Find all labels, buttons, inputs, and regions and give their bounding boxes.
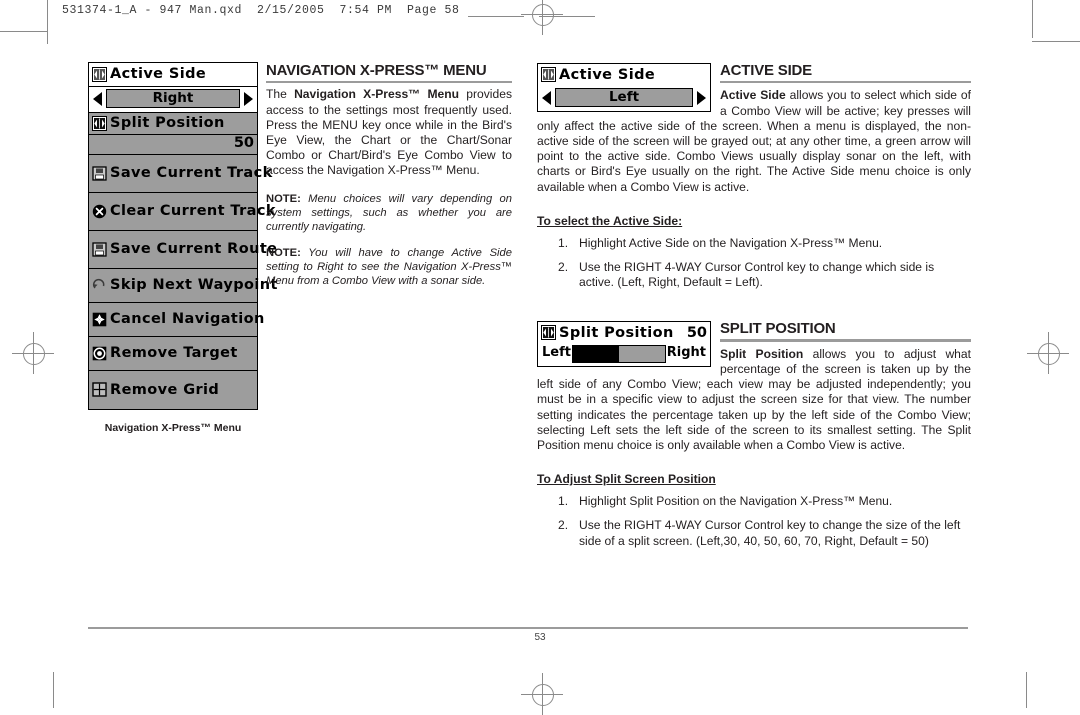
menu-row-label: Remove Grid [110,381,220,398]
menu-row-label: Remove Target [110,345,238,361]
menu-row-skip-next-waypoint[interactable]: Skip Next Waypoint [89,269,277,303]
split-position-section: Split Position 50 Left Right SPLIT POSIT… [537,320,971,548]
note-text: You will have to change Active Side sett… [266,246,512,287]
menu-row-remove-target[interactable]: Remove Target [89,337,257,371]
step-item: Highlight Split Position on the Navigati… [558,494,893,509]
split-position-value: 50 [233,135,254,151]
section-heading-navigation-xpress: NAVIGATION X-PRESS™ MENU [266,62,487,79]
menu-row-save-current-route[interactable]: Save Current Route [89,231,277,269]
menu-row-active-side-selector[interactable]: Right [89,87,257,113]
note-label: NOTE: [266,246,301,259]
selector-right-arrow-icon[interactable] [697,90,706,105]
note-text: Menu choices will vary depending on syst… [266,192,512,233]
split-position-widget-figure: Split Position 50 Left Right [537,321,711,368]
heading-rule [266,81,512,84]
save-disk-icon [92,241,107,257]
clear-x-icon [92,204,107,219]
widget-label: Split Position [559,324,674,341]
cancel-navigation-icon [92,312,107,327]
step-item: Use the RIGHT 4-WAY Cursor Control key t… [558,260,935,290]
widget-row-slider[interactable]: Left Right [538,344,710,367]
widget-row-label[interactable]: Split Position 50 [538,322,710,345]
selector-left-arrow-icon[interactable] [93,91,102,106]
menu-row-label: Skip Next Waypoint [110,277,278,293]
body-bold-term: Split Position [720,346,804,361]
menu-row-label: Split Position [110,115,225,131]
skip-waypoint-icon [92,278,107,293]
split-position-subheading: To Adjust Split Screen Position [537,472,716,487]
save-disk-icon [92,165,107,181]
active-side-section: Active Side Left ACTIVE SIDE Active Side… [537,62,971,290]
navigation-xpress-menu-section: NAVIGATION X-PRESS™ MENU The Navigation … [266,62,512,297]
note-paragraph-1: NOTE: Menu choices will vary depending o… [266,192,512,234]
split-position-heading-block: SPLIT POSITION [720,320,971,345]
split-position-widget-value: 50 [686,324,707,341]
crop-mark-top-right-vertical [1032,0,1034,38]
footer-rule [88,627,968,629]
page-number: 53 [534,632,546,643]
left-right-selector-icon [92,66,107,82]
section-heading-active-side: ACTIVE SIDE [720,62,812,79]
registration-rule-top-left [468,16,524,18]
split-position-steps: Highlight Split Position on the Navigati… [537,494,971,549]
split-position-slider[interactable] [571,345,666,364]
intro-bold-term: Navigation X-Press™ Menu [294,87,460,102]
intro-prefix: The [266,87,295,102]
active-side-widget-figure: Active Side Left [537,63,711,112]
menu-row-label: Clear Current Track [110,203,276,219]
menu-row-cancel-navigation[interactable]: Cancel Navigation [89,303,264,337]
active-side-steps: Highlight Active Side on the Navigation … [537,236,971,291]
active-side-value: Right [106,89,240,108]
selector-right-arrow-icon[interactable] [244,91,253,106]
navigation-xpress-menu-figure: Active Side Right Split Position 50 Save… [88,62,277,434]
left-right-selector-icon [541,325,556,341]
menu-row-split-position[interactable]: Split Position [89,113,257,135]
prepress-slug-line: 531374-1_A - 947 Man.qxd 2/15/2005 7:54 … [62,4,460,17]
lcd-split-position-widget: Split Position 50 Left Right [537,321,711,368]
menu-row-remove-grid[interactable]: Remove Grid [89,371,257,409]
step-item: Use the RIGHT 4-WAY Cursor Control key t… [558,518,961,548]
active-side-widget-value: Left [555,88,693,107]
widget-label: Active Side [559,66,656,83]
remove-target-icon [92,346,107,361]
intro-paragraph: The Navigation X-Press™ Menu provides ac… [266,87,512,178]
menu-row-save-current-track[interactable]: Save Current Track [89,155,272,193]
menu-row-active-side[interactable]: Active Side [89,63,257,87]
remove-grid-icon [92,382,107,397]
widget-row-selector[interactable]: Left [538,86,710,111]
active-side-heading-block: ACTIVE SIDE [720,62,971,87]
menu-row-label: Cancel Navigation [110,311,265,327]
right-content-column: Active Side Left ACTIVE SIDE Active Side… [537,62,971,558]
selector-left-arrow-icon[interactable] [542,90,551,105]
active-side-subheading: To select the Active Side: [537,213,683,228]
widget-row-label[interactable]: Active Side [538,64,710,86]
step-item: Highlight Active Side on the Navigation … [558,235,883,251]
left-right-selector-icon [541,67,556,82]
crop-mark-top-left-horizontal [0,31,47,33]
crop-mark-bottom-left-vertical [53,672,55,708]
figure-caption: Navigation X-Press™ Menu [104,422,242,434]
menu-row-label: Active Side [110,66,207,82]
menu-row-label: Save Current Route [110,241,278,257]
note-label: NOTE: [266,192,301,205]
body-bold-term: Active Side [720,88,786,103]
menu-row-split-position-value: 50 [89,135,257,155]
slider-fill [572,346,619,363]
note-paragraph-2: NOTE: You will have to change Active Sid… [266,246,512,288]
registration-rule-top-right [539,16,595,18]
crop-mark-bottom-right-vertical [1026,672,1028,708]
crop-mark-top-right-horizontal [1032,41,1080,43]
heading-rule [720,81,971,84]
menu-row-label: Save Current Track [110,165,273,181]
section-heading-split-position: SPLIT POSITION [720,320,836,338]
left-right-selector-icon [92,115,107,131]
lcd-menu-panel: Active Side Right Split Position 50 Save… [88,62,277,410]
slider-right-label: Right [666,345,706,361]
crop-mark-top-left-vertical [47,0,49,44]
heading-rule [720,339,971,342]
printed-page: 531374-1_A - 947 Man.qxd 2/15/2005 7:54 … [0,0,1080,715]
lcd-active-side-widget: Active Side Left [537,63,711,112]
slider-left-label: Left [542,345,571,361]
menu-row-clear-current-track[interactable]: Clear Current Track [89,193,276,231]
